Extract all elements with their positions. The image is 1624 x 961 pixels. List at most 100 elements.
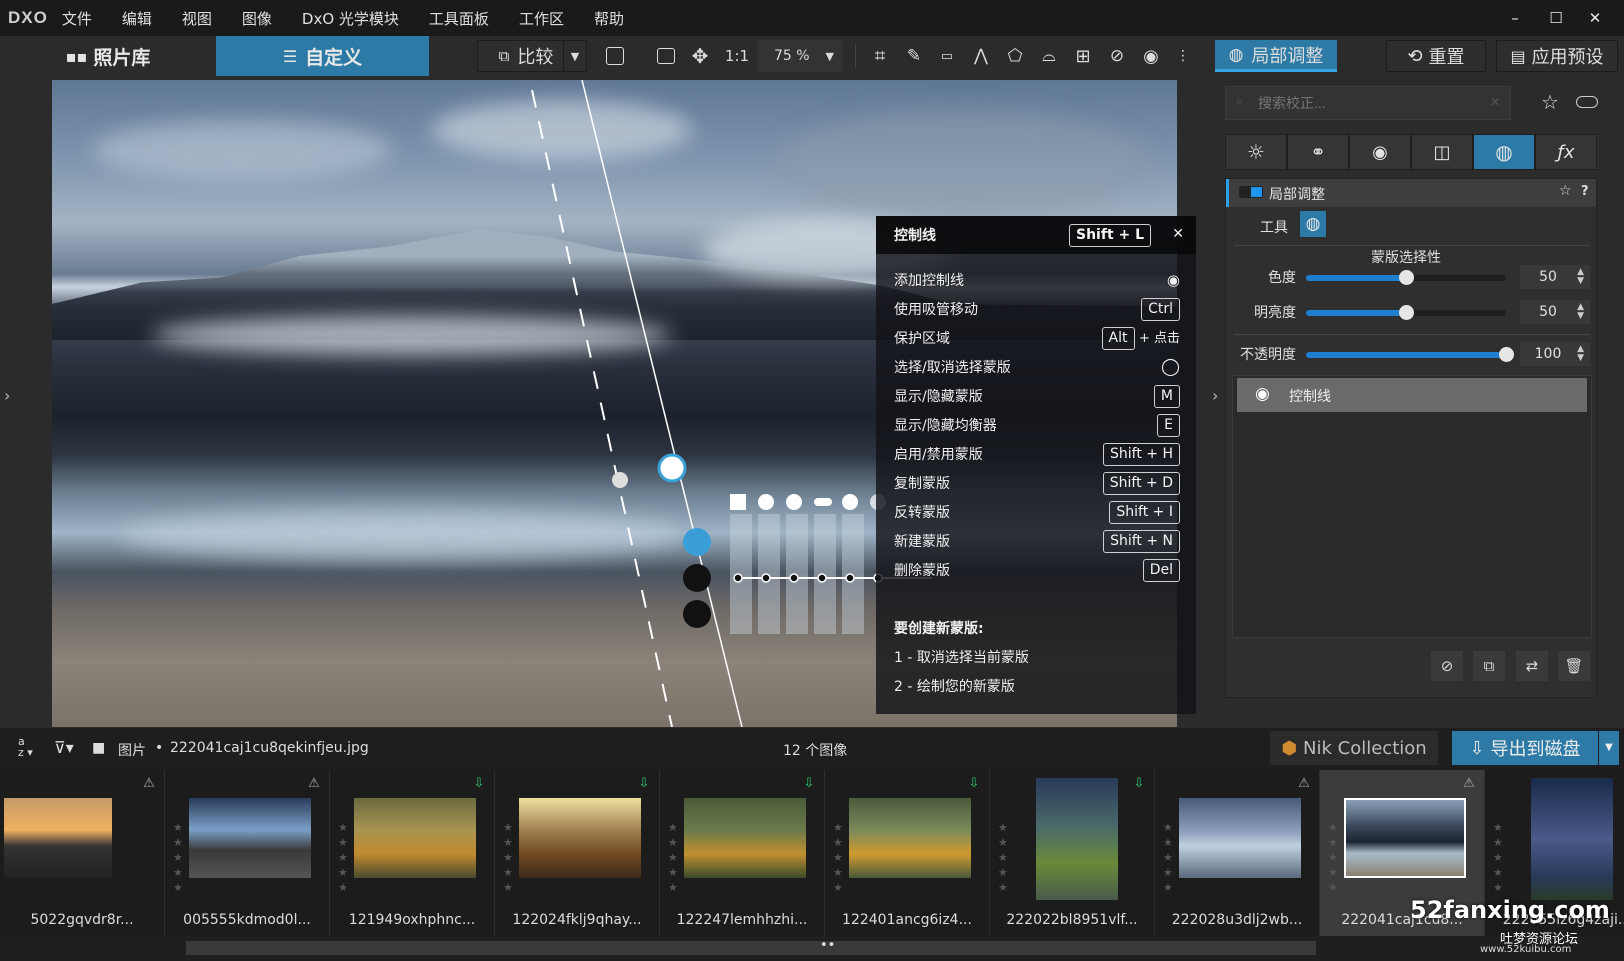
compare-dropdown[interactable]: ▼: [563, 40, 587, 72]
invert-mask-button[interactable]: ⇄: [1516, 651, 1548, 681]
opacity-slider-thumb[interactable]: [1499, 347, 1514, 362]
popup-row: 新建蒙版 Shift + N: [894, 527, 1180, 555]
duplicate-mask-button[interactable]: ⧉: [1473, 651, 1505, 681]
tab-customize[interactable]: ☰ 自定义: [216, 36, 429, 76]
rating-stars[interactable]: ★★★★★: [998, 820, 1010, 895]
filmstrip-thumbnail[interactable]: ★★★★★ ⚠ 005555kdmod0l...: [165, 770, 330, 936]
move-tool-button[interactable]: ✥: [686, 40, 714, 72]
spinner-icon[interactable]: ▲ ▼: [1577, 303, 1584, 321]
compare-button[interactable]: ⧉ 比较: [477, 40, 574, 72]
chroma-value-input[interactable]: 50 ▲ ▼: [1520, 265, 1590, 289]
rating-stars[interactable]: ★★★★★: [668, 820, 680, 895]
rating-stars[interactable]: ★★★★★: [833, 820, 845, 895]
mask-list-item[interactable]: ◉ 控制线: [1237, 378, 1587, 412]
filmstrip-thumbnail[interactable]: ★★★★★ ⇩ 122247lemhhzhi...: [660, 770, 825, 936]
nik-collection-button[interactable]: ⬢ Nik Collection: [1270, 731, 1438, 765]
control-line-solid: [581, 80, 743, 727]
palette-favorite-icon[interactable]: ☆: [1559, 183, 1572, 199]
keystone-tool[interactable]: ⌓: [1034, 40, 1064, 72]
menu-palettes[interactable]: 工具面板: [429, 8, 489, 29]
perspective-tool[interactable]: ⋀: [966, 40, 996, 72]
local-adjust-tool-button[interactable]: ◍: [1300, 211, 1326, 237]
menu-file[interactable]: 文件: [62, 8, 92, 29]
export-to-disk-button[interactable]: ⇩ 导出到磁盘: [1452, 731, 1598, 765]
spinner-icon[interactable]: ▲ ▼: [1577, 268, 1584, 286]
folder-icon: ■: [92, 740, 106, 756]
palette-tab-light[interactable]: ☼: [1225, 134, 1287, 170]
luminance-slider[interactable]: [1306, 305, 1506, 320]
luminance-value-input[interactable]: 50 ▲ ▼: [1520, 300, 1590, 324]
palette-tab-local-adjust[interactable]: ◍: [1473, 134, 1535, 170]
close-window-button[interactable]: ✕: [1580, 6, 1610, 30]
filmstrip-scrollbar[interactable]: •• 52fanxing.com 吐梦资源论坛 www.52kuibu.com: [0, 896, 1624, 961]
volume-deformation-tool[interactable]: ⬠: [1000, 40, 1030, 72]
menu-optics-modules[interactable]: DxO 光学模块: [302, 8, 399, 29]
palette-help-button[interactable]: ?: [1581, 184, 1589, 199]
hide-mask-button[interactable]: ⊘: [1431, 651, 1463, 681]
search-input[interactable]: [1258, 92, 1478, 114]
apply-preset-button[interactable]: ▤ 应用预设: [1496, 40, 1618, 72]
palette-tab-detail[interactable]: ◉: [1349, 134, 1411, 170]
filmstrip-thumbnail[interactable]: ★★★★★ ⚠ 222028u3dlj2wb...: [1155, 770, 1320, 936]
menu-workspace[interactable]: 工作区: [519, 8, 564, 29]
minimize-button[interactable]: –: [1500, 6, 1530, 30]
search-box[interactable]: ⌕ ✕: [1225, 86, 1511, 120]
repair-tool[interactable]: ⊘: [1102, 40, 1132, 72]
palette-toggle-icon[interactable]: [1576, 96, 1598, 108]
menu-edit[interactable]: 编辑: [122, 8, 152, 29]
horizon-tool[interactable]: ▭: [932, 40, 962, 72]
chroma-slider[interactable]: [1306, 270, 1506, 285]
fit-screen-button[interactable]: [652, 40, 680, 72]
filmstrip-thumbnail[interactable]: ★★★★★ ⇩ 222022bl8951vlf...: [990, 770, 1155, 936]
guides-toggle[interactable]: ⋮: [1168, 40, 1198, 72]
menu-image[interactable]: 图像: [242, 8, 272, 29]
crop-tool[interactable]: ⌗: [866, 40, 894, 72]
popup-close-button[interactable]: ✕: [1172, 226, 1184, 242]
right-panel-collapse[interactable]: ›: [1212, 386, 1218, 405]
grid-tool[interactable]: ⊞: [1068, 40, 1098, 72]
folder-name[interactable]: 图片: [118, 740, 146, 760]
sort-button[interactable]: az ▾: [18, 736, 33, 758]
zoom-select[interactable]: 75 % ▼: [758, 40, 842, 72]
chroma-slider-thumb[interactable]: [1399, 270, 1414, 285]
preview-toggle[interactable]: ◉: [1136, 40, 1166, 72]
opacity-value-input[interactable]: 100 ▲ ▼: [1520, 342, 1590, 366]
left-panel-expand[interactable]: ›: [4, 386, 10, 405]
rating-stars[interactable]: ★★★★★: [173, 820, 185, 895]
one-to-one-button[interactable]: 1:1: [720, 40, 754, 72]
filmstrip-thumbnail[interactable]: ★★★★★ ⇩ 122401ancg6iz4...: [825, 770, 990, 936]
scrollbar-thumb[interactable]: [186, 941, 1316, 955]
filmstrip-thumbnail[interactable]: ★★★★★ ⇩ 122024fklj9qhay...: [495, 770, 660, 936]
reset-button[interactable]: ⟲ 重置: [1386, 40, 1486, 72]
rating-stars[interactable]: ★★★★★: [1328, 820, 1340, 895]
spinner-icon[interactable]: ▲ ▼: [1577, 345, 1584, 363]
palette-tab-color[interactable]: ⚭: [1287, 134, 1349, 170]
maximize-button[interactable]: ☐: [1541, 6, 1571, 30]
rating-stars[interactable]: ★★★★★: [338, 820, 350, 895]
eyedropper-tool[interactable]: ✎: [900, 40, 928, 72]
clear-search-icon[interactable]: ✕: [1490, 95, 1500, 109]
opacity-slider[interactable]: [1306, 347, 1514, 362]
rating-stars[interactable]: ★★★★★: [1163, 820, 1175, 895]
luminance-slider-thumb[interactable]: [1399, 305, 1414, 320]
palette-tab-geometry[interactable]: ◫: [1411, 134, 1473, 170]
rating-stars[interactable]: ★★★★★: [1493, 820, 1505, 895]
filmstrip-thumbnail[interactable]: ★★★★★ ⇩ 121949oxhphnc...: [330, 770, 495, 936]
thumbnail-filename: 121949oxhphnc...: [348, 912, 476, 928]
delete-mask-button[interactable]: 🗑: [1558, 651, 1590, 681]
split-view-button[interactable]: [601, 40, 629, 72]
export-dropdown[interactable]: ▼: [1599, 731, 1619, 765]
menu-view[interactable]: 视图: [182, 8, 212, 29]
thumbnail-image: [849, 798, 971, 878]
filmstrip-thumbnail[interactable]: ⚠ 5022gqvdr8r...: [0, 770, 165, 936]
local-adjustments-button[interactable]: ◍ 局部调整: [1215, 40, 1337, 72]
rating-stars[interactable]: ★★★★★: [503, 820, 515, 895]
favorites-star-icon[interactable]: ☆: [1541, 90, 1559, 114]
tab-photolibrary[interactable]: ▪▪ 照片库: [0, 36, 216, 76]
popup-row-label: 删除蒙版: [894, 563, 950, 579]
palette-tab-fx[interactable]: ƒx: [1535, 134, 1597, 170]
shortcut-key: M: [1153, 384, 1180, 408]
palette-enable-toggle[interactable]: [1239, 186, 1263, 198]
filter-button[interactable]: ⊽▾: [54, 738, 74, 757]
menu-help[interactable]: 帮助: [594, 8, 624, 29]
